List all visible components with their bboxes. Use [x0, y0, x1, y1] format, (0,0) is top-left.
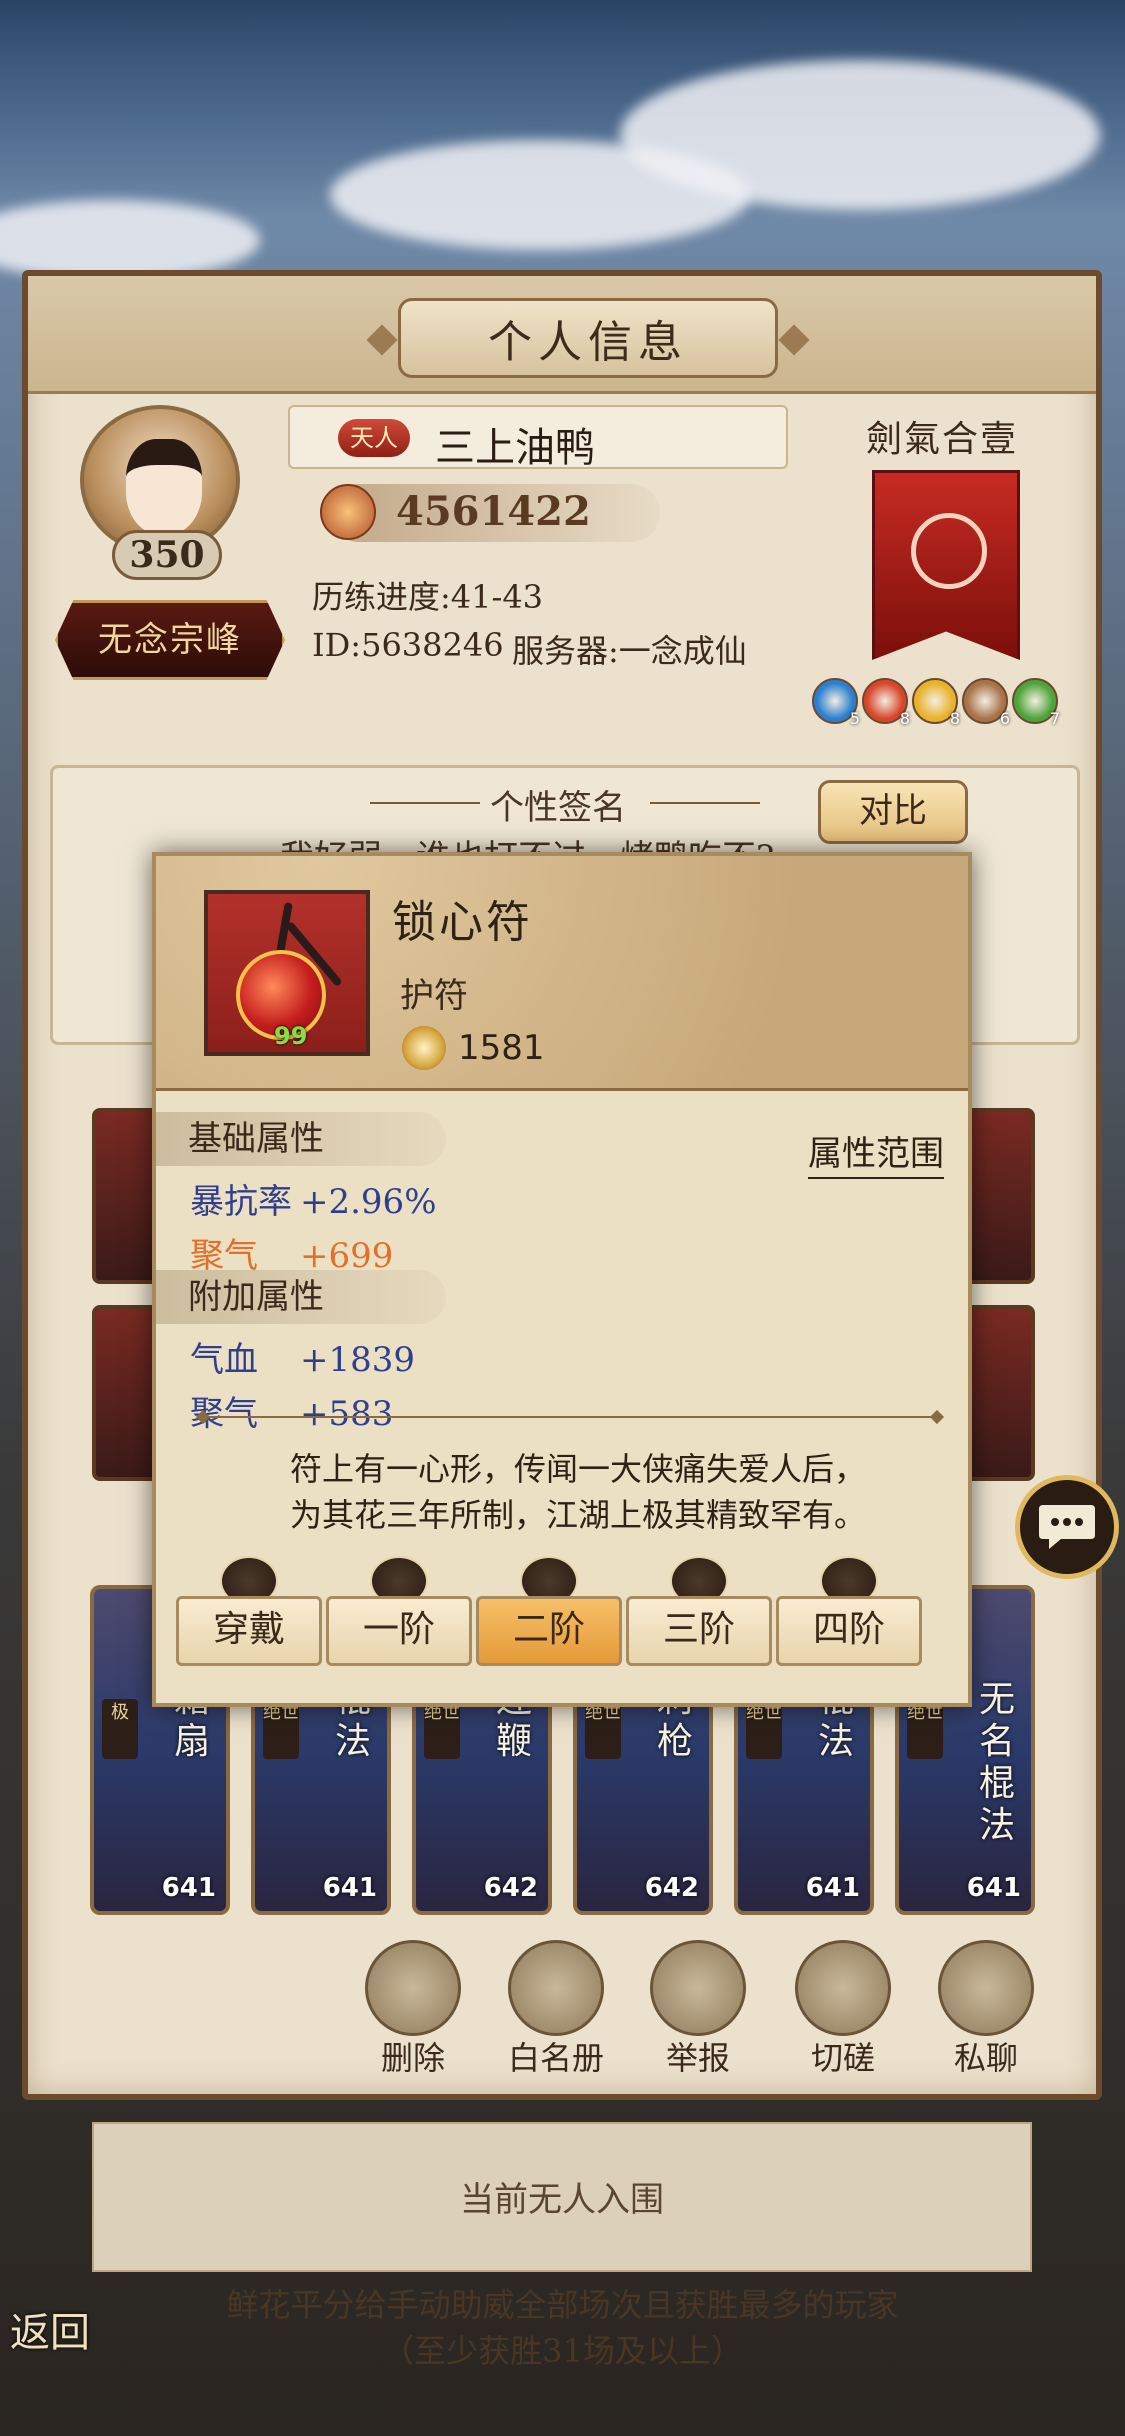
element-orb-icon: 6: [962, 678, 1010, 728]
card-level: 641: [322, 1873, 377, 1903]
power-icon: [320, 484, 376, 540]
delete-icon[interactable]: [365, 1940, 461, 2036]
report-icon[interactable]: [650, 1940, 746, 2036]
orb-count: 8: [949, 709, 960, 728]
level-badge: 350: [112, 530, 222, 580]
item-description: 符上有一心形，传闻一大侠痛失爱人后，: [289, 1450, 866, 1488]
tier-button[interactable]: 四阶: [776, 1596, 922, 1666]
base-attributes-title: 基础属性: [156, 1112, 446, 1166]
item-detail-popup: 99 锁心符 护符 1581 基础属性 属性范围 暴抗率 +2.96% 聚气 +699…: [152, 852, 972, 1707]
card-grade-tag: 极: [102, 1699, 138, 1759]
item-header: 99 锁心符 护符 1581: [156, 856, 968, 1091]
card-level: 641: [966, 1873, 1021, 1903]
stat-name: 气血: [190, 1340, 258, 1380]
action-label: 切磋: [810, 2039, 875, 2077]
panel-header: 个人信息: [28, 276, 1096, 394]
stat-row: 聚气 +583: [190, 1386, 393, 1435]
action-label: 私聊: [953, 2039, 1018, 2077]
tier-selector: 穿戴 一阶 二阶 三阶 四阶: [176, 1556, 936, 1666]
guild-banner[interactable]: [872, 470, 1020, 660]
power-value: 4561422: [396, 488, 591, 535]
page-title: 个人信息: [398, 298, 778, 378]
card-grade-tag: 绝世: [424, 1699, 460, 1759]
rule-text: 鲜花平分给手动助威全部场次且获胜最多的玩家（至少获胜31场及以上）: [226, 2286, 899, 2370]
element-orb-icon: 7: [1012, 678, 1060, 728]
tier-button[interactable]: 三阶: [626, 1596, 772, 1666]
dragon-emblem-icon: [911, 513, 987, 589]
item-level: 99: [274, 1022, 308, 1050]
tier-button[interactable]: 一阶: [326, 1596, 472, 1666]
empty-ranking-text: 当前无人入围: [460, 2180, 664, 2220]
card-title: 无名棍法: [979, 1679, 1016, 1846]
divider: [370, 802, 480, 804]
progress-text: 历练进度:41-43: [312, 578, 544, 616]
player-name: 三上油鸭: [435, 425, 595, 471]
cloud: [620, 60, 1100, 210]
stat-row: 暴抗率 +2.96%: [190, 1174, 437, 1223]
chat-float-button[interactable]: [1015, 1475, 1119, 1579]
card-grade-tag: 绝世: [585, 1699, 621, 1759]
item-name: 锁心符: [392, 897, 533, 948]
element-orb-icon: 5: [812, 678, 860, 728]
stat-value: +583: [300, 1394, 394, 1434]
action-label: 白名册: [507, 2039, 604, 2077]
action-label: 举报: [665, 2039, 730, 2077]
player-id: ID:5638246: [312, 626, 504, 664]
orb-count: 6: [999, 709, 1010, 728]
duel-icon[interactable]: [795, 1940, 891, 2036]
chat-icon[interactable]: [938, 1940, 1034, 2036]
card-level: 641: [805, 1873, 860, 1903]
sect-plate[interactable]: 无念宗峰: [55, 600, 285, 680]
card-grade-tag: 绝世: [263, 1699, 299, 1759]
item-icon-frame: 99: [204, 890, 370, 1056]
orb-count: 7: [1049, 709, 1060, 728]
score-value: 1581: [458, 1028, 545, 1068]
attribute-range-link[interactable]: 属性范围: [808, 1126, 944, 1179]
card-grade-tag: 绝世: [746, 1699, 782, 1759]
stat-value: +2.96%: [300, 1182, 437, 1222]
stat-name: 聚气: [190, 1394, 258, 1434]
cloud: [0, 200, 260, 280]
avatar-face: [126, 439, 202, 535]
name-box: 天人 三上油鸭: [288, 405, 788, 471]
card-level: 642: [483, 1873, 538, 1903]
extra-attributes-title: 附加属性: [156, 1270, 446, 1324]
back-button[interactable]: 返回: [10, 2300, 120, 2390]
element-orb-icon: 8: [862, 678, 910, 728]
tier-button[interactable]: 二阶: [476, 1596, 622, 1666]
server-name: 服务器:一念成仙: [512, 632, 747, 670]
compare-button[interactable]: 对比: [818, 780, 968, 844]
card-grade-tag: 绝世: [907, 1699, 943, 1759]
orb-count: 8: [899, 709, 910, 728]
card-level: 641: [161, 1873, 216, 1903]
card-level: 642: [644, 1873, 699, 1903]
signature-title: 个性签名: [490, 788, 626, 828]
orb-count: 5: [849, 709, 860, 728]
element-orb-icon: 8: [912, 678, 960, 728]
tier-button[interactable]: 穿戴: [176, 1596, 322, 1666]
power-display: 4561422: [320, 484, 660, 542]
divider: [204, 1416, 936, 1418]
banner-label: 劍氣合壹: [866, 419, 1019, 460]
action-label: 删除: [380, 2039, 445, 2077]
ranking-box: 当前无人入围: [92, 2122, 1032, 2272]
item-type: 护符: [400, 976, 468, 1016]
rank-badge: 天人: [338, 419, 410, 457]
stat-row: 气血 +1839: [190, 1332, 415, 1381]
whitelist-book-icon[interactable]: [508, 1940, 604, 2036]
item-description: 为其花三年所制，江湖上极其精致罕有。: [289, 1496, 866, 1534]
chat-bubble-icon: [1039, 1505, 1095, 1549]
stat-value: +1839: [300, 1340, 416, 1380]
score-icon: [402, 1026, 446, 1070]
divider: [650, 802, 760, 804]
stat-name: 暴抗率: [190, 1182, 292, 1222]
